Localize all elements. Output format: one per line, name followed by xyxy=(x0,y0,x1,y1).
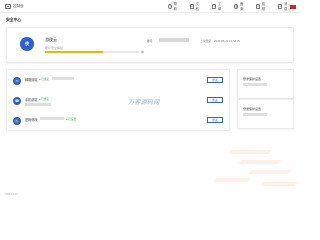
version-footer: V:888.1.0.00 xyxy=(4,193,18,196)
security-row-title: 邮箱绑定 xyxy=(25,78,38,82)
status-badge: ● 已绑定 xyxy=(39,78,50,82)
decorative-stripe xyxy=(260,182,298,186)
side-card-title: 登录保护设置 xyxy=(243,77,262,81)
security-row-email: ✉ 邮箱绑定 ● 已绑定 修改 xyxy=(7,72,231,92)
security-level-label: 账户安全等级 xyxy=(45,45,64,50)
nav-ticket-label: 工单 xyxy=(217,1,222,11)
top-nav: ? 帮助 ≡ 文档 ✎ 工单 ◍ 备案 ¥ 费用 ✉ 消息 xyxy=(168,0,300,13)
security-row-phone: ☎ 手机绑定 ● 已绑定 修改 xyxy=(7,92,231,112)
modify-phone-button[interactable]: 修改 xyxy=(207,97,223,103)
nav-billing-label: 费用 xyxy=(261,1,265,11)
modify-password-button[interactable]: 修改 xyxy=(207,117,223,123)
login-protection-card[interactable]: 登录保护设置 xyxy=(237,69,294,99)
status-badge: ● 已设置 xyxy=(66,118,77,122)
record-icon: ◍ xyxy=(234,4,239,9)
security-level-value: 中 xyxy=(141,49,144,54)
redacted-value xyxy=(25,102,51,106)
profile-card: 侠 游侠云 账户安全等级 中 账号 上次登录 2020-05-22 14:58:… xyxy=(6,27,294,63)
page-title: 安全中心 xyxy=(6,18,22,22)
security-level-fill xyxy=(45,51,104,53)
last-login-label: 上次登录 xyxy=(200,38,212,43)
security-level-bar xyxy=(45,51,139,53)
logo-text: 控制台 xyxy=(13,3,24,8)
security-settings-card: ✉ 邮箱绑定 ● 已绑定 修改 ☎ 手机绑定 ● 已绑定 修改 🔒 密码修改 ●… xyxy=(6,69,230,131)
console-logo[interactable]: 控制台 xyxy=(5,3,24,9)
security-row-title: 密码修改 xyxy=(25,118,38,122)
redacted-value xyxy=(40,116,64,120)
decorative-stripe xyxy=(238,160,282,164)
decorative-stripe xyxy=(248,170,292,174)
nav-record-label: 备案 xyxy=(239,1,244,11)
login-protection-card-2[interactable]: 登录保护设置 xyxy=(237,99,294,129)
nav-ticket[interactable]: ✎ 工单 xyxy=(212,2,223,12)
nav-help-label: 帮助 xyxy=(173,1,177,11)
nav-messages-label: 消息 xyxy=(283,1,288,11)
ticket-icon: ✎ xyxy=(212,4,217,9)
mail-icon: ✉ xyxy=(13,77,21,85)
watermark-text: 刀客源码网 xyxy=(128,100,160,106)
nav-record[interactable]: ◍ 备案 xyxy=(234,2,245,12)
document-icon: ≡ xyxy=(190,4,194,9)
monitor-icon xyxy=(5,3,11,9)
nav-help[interactable]: ? 帮助 xyxy=(168,2,179,12)
account-value-redacted xyxy=(159,38,189,42)
security-row-password: 🔒 密码修改 ● 已设置 修改 xyxy=(7,112,231,132)
lock-icon: 🔒 xyxy=(13,117,21,125)
top-bar: 控制台 ? 帮助 ≡ 文档 ✎ 工单 ◍ 备案 ¥ 费用 ✉ 消息 xyxy=(0,0,300,13)
avatar[interactable]: 侠 xyxy=(20,37,34,51)
nav-messages[interactable]: ✉ 消息 xyxy=(278,2,289,12)
redacted-value xyxy=(243,83,267,86)
side-card-title: 登录保护设置 xyxy=(243,107,262,111)
phone-icon: ☎ xyxy=(13,97,21,105)
help-icon: ? xyxy=(168,4,172,9)
redacted-value xyxy=(52,76,74,80)
language-flag-icon[interactable] xyxy=(290,4,296,9)
nav-docs-label: 文档 xyxy=(195,1,199,11)
bell-icon: ✉ xyxy=(278,4,283,9)
redacted-value xyxy=(243,113,267,116)
billing-icon: ¥ xyxy=(256,4,260,9)
username: 游侠云 xyxy=(45,37,57,42)
nav-docs[interactable]: ≡ 文档 xyxy=(190,2,201,12)
decorative-stripe xyxy=(228,150,272,154)
security-row-title: 手机绑定 xyxy=(25,98,38,102)
status-badge: ● 已绑定 xyxy=(39,98,50,102)
modify-email-button[interactable]: 修改 xyxy=(207,77,223,83)
nav-billing[interactable]: ¥ 费用 xyxy=(256,2,267,12)
decorative-stripe xyxy=(213,178,251,182)
last-login-time: 2020-05-22 14:58:35 xyxy=(214,38,240,43)
account-label: 账号 xyxy=(147,38,153,43)
